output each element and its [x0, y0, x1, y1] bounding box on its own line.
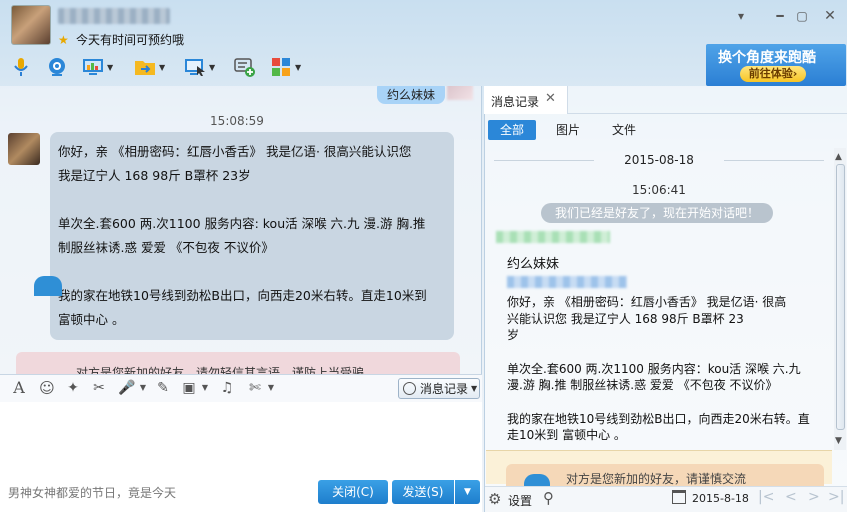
filter-all[interactable]: 全部 [488, 120, 536, 140]
history-timestamp: 15:06:41 [632, 183, 686, 197]
microphone-button[interactable] [10, 55, 32, 79]
history-message-line: 漫.游 胸.推 制服丝袜诱.惑 爱爱 《不包夜 不议价》 [507, 378, 778, 392]
system-message: 我们已经是好友了，现在开始对话吧！ [541, 203, 773, 223]
send-button[interactable]: 发送(S) [392, 480, 454, 504]
filter-images[interactable]: 图片 [546, 120, 590, 140]
remote-desktop-icon [82, 56, 104, 78]
message-line: 我是辽宁人 168 98斤 B罩杯 23岁 [58, 168, 251, 183]
sender-avatar[interactable] [8, 133, 40, 165]
last-page-icon[interactable]: >| [828, 489, 844, 505]
search-icon[interactable]: ⚲ [543, 489, 554, 507]
current-date[interactable]: 2015-8-18 [692, 492, 749, 505]
calendar-icon[interactable] [672, 490, 686, 504]
divider [568, 113, 847, 114]
apps-grid-button[interactable]: ▼ [270, 55, 301, 79]
first-page-icon[interactable]: |< [758, 489, 774, 505]
settings-button[interactable]: 设置 [508, 492, 532, 509]
history-message-line: 走10米到 富顿中心 。 [507, 428, 626, 442]
close-icon[interactable]: ✕ [822, 8, 838, 24]
chevron-down-icon[interactable]: ▼ [262, 379, 280, 397]
scrollbar-thumb[interactable] [836, 164, 845, 430]
menu-chevron-icon[interactable]: ▾ [733, 8, 749, 24]
remote-desktop-button[interactable]: ▼ [82, 55, 113, 79]
apps-grid-icon [270, 56, 292, 78]
message-timestamp: 15:08:59 [210, 114, 264, 128]
chat-message-area[interactable]: 约么妹妹 15:08:59 你好，亲 《相册密码：红唇小香舌》 我是亿语· 很高… [0, 86, 482, 374]
history-message-line: 兴能认识您 我是辽宁人 168 98斤 B罩杯 23 [507, 311, 744, 326]
history-date: 2015-08-18 [484, 153, 834, 167]
file-transfer-button[interactable]: ▼ [134, 55, 165, 79]
ad-banner[interactable]: 换个角度来跑酷 前往体验› [706, 44, 846, 86]
contact-name-blurred [58, 8, 170, 24]
emoji-icon[interactable]: ☺ [38, 379, 56, 397]
tab-close-icon[interactable]: ✕ [545, 91, 556, 106]
history-message: 约么妹妹 [507, 257, 560, 272]
message-line: 富顿中心 。 [58, 312, 125, 327]
tab-message-history-label: 消息记录 [491, 95, 540, 109]
contact-avatar[interactable] [11, 5, 51, 45]
history-message-line: 岁 [507, 328, 520, 342]
chevron-down-icon[interactable]: ▼ [196, 379, 214, 397]
ad-title: 换个角度来跑酷 [718, 50, 816, 66]
history-sender-blurred [507, 276, 627, 288]
prev-page-icon[interactable]: < [785, 489, 797, 505]
font-icon[interactable]: A [10, 379, 28, 397]
chevron-down-icon[interactable]: ▼ [107, 63, 113, 72]
gear-icon[interactable]: ⚙ [488, 490, 501, 508]
message-line: 制服丝袜诱.惑 爱爱 《不包夜 不议价》 [58, 240, 274, 255]
history-message: 你好，亲 《相册密码：红唇小香舌》 我是亿语· 很高 兴能认识您 我是辽宁人 1… [507, 294, 810, 444]
ad-cta-button[interactable]: 前往体验› [740, 66, 806, 82]
chevron-down-icon[interactable]: ▼ [295, 63, 301, 72]
history-notice-text: 对方是您新加的好友，请谨慎交流 [566, 472, 747, 486]
video-call-button[interactable] [46, 55, 68, 79]
contact-signature: 今天有时间可预约哦 [76, 33, 185, 47]
next-page-icon[interactable]: > [808, 489, 820, 505]
history-sender-blurred [496, 231, 610, 243]
screenshot-icon[interactable]: ✂ [90, 379, 108, 397]
add-to-discussion-icon [234, 56, 256, 78]
music-icon[interactable]: ♫ [218, 379, 236, 397]
video-call-icon [46, 56, 68, 78]
clock-icon [403, 382, 416, 395]
maximize-icon[interactable]: ▢ [794, 8, 810, 24]
star-icon: ★ [58, 33, 69, 47]
microphone-icon [10, 56, 32, 78]
shield-icon [34, 276, 62, 296]
message-history-label: 消息记录 [420, 382, 469, 396]
send-options-chevron-icon[interactable]: ▼ [455, 480, 480, 504]
history-message-line: 我的家在地铁10号线到劲松B出口，向西走20米右转。直 [507, 411, 810, 426]
chevron-down-icon[interactable]: ▼ [159, 63, 165, 72]
screen-share-icon [184, 56, 206, 78]
shield-icon [524, 474, 550, 486]
magic-icon[interactable]: ✦ [64, 379, 82, 397]
scroll-down-icon[interactable]: ▼ [835, 436, 842, 446]
history-message-line: 你好，亲 《相册密码：红唇小香舌》 我是亿语· 很高 [507, 295, 787, 309]
message-line: 我的家在地铁10号线到劲松B出口，向西走20米右转。直走10米到 [58, 288, 427, 303]
edit-icon[interactable]: ✎ [154, 379, 172, 397]
history-message-line: 单次全.套600 两.次1100 服务内容：kou活 深喉 六.九 [507, 361, 801, 376]
file-transfer-icon [134, 56, 156, 78]
minimize-icon[interactable]: ━ [772, 8, 788, 24]
chevron-down-icon[interactable]: ▼ [209, 63, 215, 72]
promo-hint-link[interactable]: 男神女神都爱的节日，竟是今天 [8, 484, 176, 501]
filter-files[interactable]: 文件 [600, 120, 648, 140]
message-line: 你好，亲 《相册密码：红唇小香舌》 我是亿语· 很高兴能认识您 [58, 144, 412, 159]
received-message-bubble: 你好，亲 《相册密码：红唇小香舌》 我是亿语· 很高兴能认识您 我是辽宁人 16… [50, 132, 454, 340]
chevron-down-icon: ▼ [471, 384, 478, 393]
own-message-bubble: 约么妹妹 [376, 86, 445, 104]
scroll-up-icon[interactable]: ▲ [835, 152, 842, 162]
chevron-down-icon[interactable]: ▼ [134, 379, 152, 397]
message-history-button[interactable]: 消息记录 ▼ [398, 378, 480, 399]
own-avatar [447, 86, 473, 100]
add-to-discussion-button[interactable] [234, 55, 256, 79]
close-button[interactable]: 关闭(C) [318, 480, 388, 504]
message-line: 单次全.套600 两.次1100 服务内容: kou活 深喉 六.九 漫.游 胸… [58, 216, 426, 231]
screen-share-button[interactable]: ▼ [184, 55, 215, 79]
